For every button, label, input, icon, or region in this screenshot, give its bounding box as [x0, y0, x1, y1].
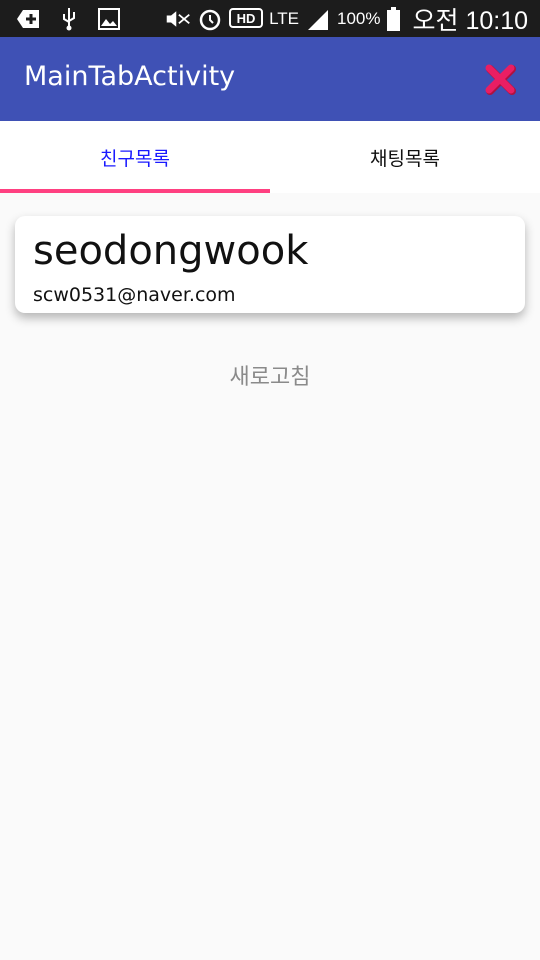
tab-friends-list[interactable]: 친구목록 — [0, 121, 270, 193]
friend-name: seodongwook — [33, 228, 309, 274]
close-button[interactable] — [480, 59, 520, 99]
app-bar: MainTabActivity — [0, 37, 540, 121]
hd-voice-icon: HD — [229, 6, 264, 32]
image-icon — [96, 6, 122, 32]
svg-text:HD: HD — [237, 11, 256, 26]
tab-bar: 친구목록 채팅목록 — [0, 121, 540, 193]
friend-email: scw0531@naver.com — [33, 284, 236, 306]
usb-icon — [56, 6, 82, 32]
signal-icon — [305, 6, 331, 32]
mute-icon — [165, 6, 191, 32]
friend-card[interactable]: seodongwook scw0531@naver.com — [15, 216, 525, 313]
tab-indicator — [0, 189, 270, 193]
battery-percent: 100% — [336, 8, 381, 28]
page-title: MainTabActivity — [24, 61, 236, 92]
status-bar: HD LTE 100% 오전 10:10 — [0, 0, 540, 37]
close-icon — [485, 64, 516, 95]
add-notification-icon — [16, 6, 42, 32]
status-clock: 오전 10:10 — [412, 6, 528, 35]
tab-chat-list[interactable]: 채팅목록 — [270, 121, 540, 193]
refresh-button[interactable]: 새로고침 — [0, 355, 540, 395]
battery-icon — [386, 6, 400, 32]
network-type-label: LTE — [269, 8, 299, 28]
alarm-icon — [197, 6, 223, 32]
